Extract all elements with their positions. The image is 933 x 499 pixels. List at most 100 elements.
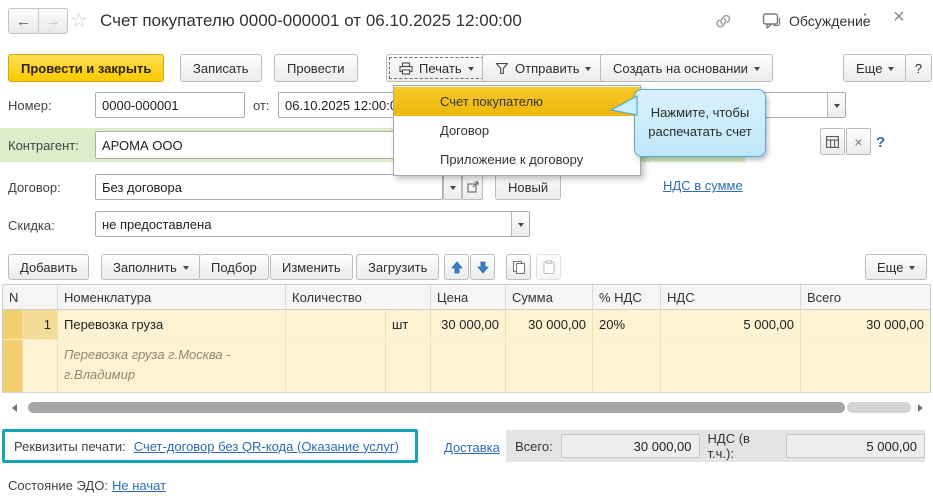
row-fill-button[interactable]: Заполнить xyxy=(101,254,201,280)
contract-input[interactable]: Без договора xyxy=(95,174,443,200)
col-header-nomenclature[interactable]: Номенклатура xyxy=(58,285,286,310)
total-cell[interactable]: 30 000,00 xyxy=(801,310,930,340)
print-details-annotation-box: Реквизиты печати: Счет-договор без QR-ко… xyxy=(2,429,418,463)
combo-dropdown-button[interactable] xyxy=(511,212,529,236)
print-button[interactable]: Печать xyxy=(386,54,487,82)
col-header-quantity[interactable]: Количество xyxy=(286,285,431,310)
combo-dropdown-button[interactable] xyxy=(827,93,845,117)
row-marker-cell[interactable] xyxy=(3,340,23,392)
contract-dropdown-button[interactable] xyxy=(443,174,462,200)
sum-cell[interactable]: 30 000,00 xyxy=(506,310,593,340)
number-value: 0000-000001 xyxy=(102,98,179,113)
send-label: Отправить xyxy=(515,61,579,76)
print-menu-item-annex[interactable]: Приложение к договору xyxy=(394,145,640,174)
row-load-button[interactable]: Загрузить xyxy=(356,254,439,280)
scroll-right-icon[interactable] xyxy=(918,404,923,412)
more-menu-kebab-icon[interactable]: ⋮ xyxy=(857,10,873,30)
counterparty-help-link[interactable]: ? xyxy=(876,134,885,151)
print-menu-item-contract[interactable]: Договор xyxy=(394,116,640,145)
paste-rows-button[interactable] xyxy=(536,254,561,280)
chevron-down-icon xyxy=(585,67,591,71)
col-header-total[interactable]: Всего xyxy=(801,285,930,310)
row-marker-cell[interactable] xyxy=(3,310,23,340)
save-label: Записать xyxy=(193,61,249,76)
counterparty-clear-button[interactable]: × xyxy=(846,128,871,155)
new-label: Новый xyxy=(508,180,548,195)
save-button[interactable]: Записать xyxy=(180,54,262,82)
pick-label: Подбор xyxy=(211,260,257,275)
quantity-cell[interactable] xyxy=(286,310,386,340)
unit-cell[interactable]: шт xyxy=(386,310,431,340)
favorite-star-icon[interactable]: ☆ xyxy=(70,8,88,33)
price-cell[interactable] xyxy=(431,340,506,392)
row-add-button[interactable]: Добавить xyxy=(8,254,89,280)
print-menu-item-invoice[interactable]: Счет покупателю xyxy=(394,87,640,116)
add-label: Добавить xyxy=(20,260,77,275)
row-number-cell[interactable] xyxy=(23,340,58,392)
row-pick-button[interactable]: Подбор xyxy=(199,254,269,280)
edo-status-link[interactable]: Не начат xyxy=(112,478,166,493)
counterparty-list-button[interactable] xyxy=(820,128,845,155)
copy-link-icon[interactable] xyxy=(714,12,733,30)
open-item-icon xyxy=(467,181,479,193)
contract-value: Без договора xyxy=(102,180,182,195)
col-header-price[interactable]: Цена xyxy=(431,285,506,310)
vat-rate-cell[interactable]: 20% xyxy=(593,310,661,340)
vat-rate-cell[interactable] xyxy=(593,340,661,392)
printer-icon xyxy=(399,62,413,75)
row-number-cell[interactable]: 1 xyxy=(23,310,58,340)
table-row: Перевозка груза г.Москва - г.Владимир xyxy=(3,340,930,392)
total-cell[interactable] xyxy=(801,340,930,392)
vat-mode-link[interactable]: НДС в сумме xyxy=(663,178,743,193)
table-row: 1 Перевозка груза шт 30 000,00 30 000,00… xyxy=(3,310,930,340)
back-button[interactable]: ← xyxy=(9,9,38,33)
horizontal-scrollbar-thumb[interactable] xyxy=(28,402,845,413)
more-label: Еще xyxy=(856,61,882,76)
price-cell[interactable]: 30 000,00 xyxy=(431,310,506,340)
vat-cell[interactable] xyxy=(661,340,801,392)
rows-more-button[interactable]: Еще xyxy=(865,254,927,280)
col-header-vat[interactable]: НДС xyxy=(661,285,801,310)
edit-label: Изменить xyxy=(282,260,341,275)
nomenclature-cell[interactable]: Перевозка груза xyxy=(58,310,286,340)
contract-open-button[interactable] xyxy=(462,174,483,200)
create-based-on-button[interactable]: Создать на основании xyxy=(600,54,773,82)
vat-cell[interactable]: 5 000,00 xyxy=(661,310,801,340)
close-icon[interactable]: × xyxy=(893,6,905,29)
sum-cell[interactable] xyxy=(506,340,593,392)
chevron-down-icon xyxy=(909,266,915,270)
total-label: Всего: xyxy=(515,439,553,454)
scroll-left-icon[interactable] xyxy=(12,404,17,412)
contract-new-button[interactable]: Новый xyxy=(495,174,561,200)
delivery-link[interactable]: Доставка xyxy=(444,440,500,455)
print-label: Печать xyxy=(419,61,462,76)
tooltip-arrow xyxy=(610,95,638,121)
more-button[interactable]: Еще xyxy=(843,54,907,82)
row-edit-button[interactable]: Изменить xyxy=(270,254,353,280)
print-menu: Счет покупателю Договор Приложение к дог… xyxy=(393,85,641,176)
chevron-down-icon xyxy=(754,67,760,71)
copy-rows-button[interactable] xyxy=(506,254,531,280)
page-title: Счет покупателю 0000-000001 от 06.10.202… xyxy=(100,11,522,31)
print-details-link[interactable]: Счет-договор без QR-кода (Оказание услуг… xyxy=(134,439,399,454)
unit-cell[interactable] xyxy=(386,340,431,392)
discussion-chat-icon[interactable] xyxy=(762,12,781,30)
post-and-close-button[interactable]: Провести и закрыть xyxy=(8,54,164,82)
forward-button[interactable]: → xyxy=(38,9,67,33)
copy-icon xyxy=(512,260,526,274)
help-label: ? xyxy=(915,61,922,76)
col-header-sum[interactable]: Сумма xyxy=(506,285,593,310)
quantity-cell[interactable] xyxy=(286,340,386,392)
row-move-up-button[interactable] xyxy=(444,254,469,280)
col-header-vat-rate[interactable]: % НДС xyxy=(593,285,661,310)
content-description-cell[interactable]: Перевозка груза г.Москва - г.Владимир xyxy=(58,340,286,392)
row-move-down-button[interactable] xyxy=(470,254,495,280)
number-input[interactable]: 0000-000001 xyxy=(95,92,245,118)
send-button[interactable]: Отправить xyxy=(482,54,604,82)
help-button[interactable]: ? xyxy=(905,54,932,82)
col-header-n[interactable]: N xyxy=(3,285,58,310)
post-and-close-label: Провести и закрыть xyxy=(21,61,151,76)
post-button[interactable]: Провести xyxy=(274,54,358,82)
discount-combo[interactable]: не предоставлена xyxy=(95,211,530,237)
vat-value-field: 5 000,00 xyxy=(786,434,925,458)
